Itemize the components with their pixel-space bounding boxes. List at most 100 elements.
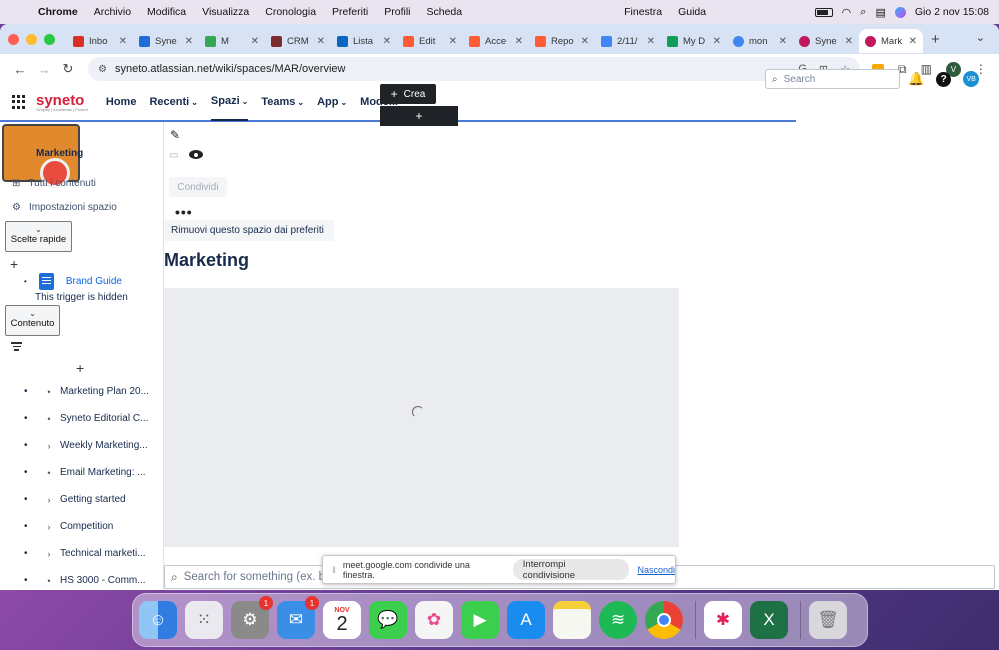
nav-home[interactable]: Home: [106, 83, 137, 121]
tree-item[interactable]: • • Syneto Editorial C...: [24, 413, 160, 424]
close-tab-icon[interactable]: ✕: [383, 36, 391, 47]
help-icon[interactable]: ?: [936, 71, 952, 87]
close-tab-icon[interactable]: ✕: [581, 36, 589, 47]
site-info-icon[interactable]: ⚙: [98, 64, 107, 75]
spotlight-icon[interactable]: ⌕: [860, 6, 866, 19]
chrome-icon[interactable]: [645, 601, 683, 639]
close-tab-icon[interactable]: ✕: [251, 36, 259, 47]
tab-8[interactable]: 2/11/ ✕: [595, 29, 661, 53]
tab-4[interactable]: Lista ✕: [331, 29, 397, 53]
nav-app[interactable]: App ⌄: [317, 83, 347, 121]
sidebar-all-content[interactable]: ⊞ Tutti i contenuti: [12, 178, 96, 189]
tree-item[interactable]: • • HS 3000 - Comm...: [24, 575, 160, 586]
close-tab-icon[interactable]: ✕: [909, 36, 917, 47]
close-tab-icon[interactable]: ✕: [317, 36, 325, 47]
facetime-icon[interactable]: ▶: [461, 601, 499, 639]
sidebar-space-settings[interactable]: ⚙ Impostazioni spazio: [12, 202, 117, 213]
tree-arrow[interactable]: ›: [38, 522, 60, 532]
finder-icon[interactable]: ☺: [139, 601, 177, 639]
app-switcher-icon[interactable]: [12, 95, 26, 109]
menu-scheda[interactable]: Scheda: [419, 6, 471, 18]
notes-icon[interactable]: [553, 601, 591, 639]
battery-icon[interactable]: [814, 7, 833, 17]
close-tab-icon[interactable]: ✕: [779, 36, 787, 47]
app-store-icon[interactable]: A: [507, 601, 545, 639]
close-tab-icon[interactable]: ✕: [713, 36, 721, 47]
notifications-bell-icon[interactable]: 🔔: [908, 71, 924, 87]
add-content-icon[interactable]: +: [76, 360, 84, 376]
wifi-icon[interactable]: ◠: [842, 6, 852, 19]
mail-icon[interactable]: ✉ 1: [277, 596, 319, 639]
shortcut-brand-guide[interactable]: • Brand Guide: [24, 273, 122, 290]
trash-icon[interactable]: 🗑: [809, 601, 847, 639]
tree-arrow[interactable]: •: [38, 387, 60, 397]
tree-arrow[interactable]: ›: [38, 495, 60, 505]
space-name[interactable]: Marketing: [36, 148, 83, 159]
edit-pencil-icon[interactable]: ✎: [170, 128, 180, 142]
tree-item[interactable]: • • Marketing Plan 20...: [24, 386, 160, 397]
brand-guide-link[interactable]: Brand Guide: [66, 276, 122, 287]
user-avatar[interactable]: VB: [963, 71, 980, 87]
close-tab-icon[interactable]: ✕: [515, 36, 523, 47]
tab-active-marketing[interactable]: Mark ✕: [859, 29, 923, 53]
excel-icon[interactable]: X: [750, 601, 788, 639]
close-tab-icon[interactable]: ✕: [119, 36, 127, 47]
address-bar[interactable]: ⚙ syneto.atlassian.net/wiki/spaces/MAR/o…: [88, 57, 860, 81]
more-actions-icon[interactable]: •••: [175, 204, 193, 220]
back-icon[interactable]: ←: [8, 62, 32, 77]
shortcuts-toggle-button[interactable]: ⌄ Scelte rapide: [5, 221, 72, 252]
drag-handle-icon[interactable]: ‖: [327, 565, 341, 575]
crea-button[interactable]: + Crea: [380, 84, 436, 104]
filter-icon[interactable]: [11, 340, 22, 353]
tab-search-chevron-icon[interactable]: ⌄: [976, 31, 985, 44]
calendar-icon[interactable]: NOV 2: [323, 601, 361, 639]
menu-finestra[interactable]: Finestra: [616, 6, 670, 18]
menu-modifica[interactable]: Modifica: [139, 6, 194, 18]
confluence-search-input[interactable]: ⌕ Search: [765, 69, 900, 89]
menu-guida[interactable]: Guida: [670, 6, 714, 18]
forward-icon[interactable]: →: [32, 62, 56, 77]
launchpad-icon[interactable]: ⁙: [185, 601, 223, 639]
tab-9[interactable]: My D ✕: [661, 29, 727, 53]
tab-3[interactable]: CRM ✕: [265, 29, 331, 53]
tree-arrow[interactable]: •: [38, 414, 60, 424]
photos-icon[interactable]: ✿: [415, 601, 453, 639]
tab-0[interactable]: Inbo ✕: [67, 29, 133, 53]
menu-preferiti[interactable]: Preferiti: [324, 6, 376, 18]
menu-profili[interactable]: Profili: [376, 6, 418, 18]
menu-cronologia[interactable]: Cronologia: [257, 6, 324, 18]
tab-6[interactable]: Acce ✕: [463, 29, 529, 53]
tab-1[interactable]: Syne ✕: [133, 29, 199, 53]
control-center-icon[interactable]: ▤: [875, 6, 885, 19]
menu-archivio[interactable]: Archivio: [86, 6, 139, 18]
tab-5[interactable]: Edit ✕: [397, 29, 463, 53]
close-tab-icon[interactable]: ✕: [845, 36, 853, 47]
zoom-window-icon[interactable]: [44, 33, 55, 45]
tree-arrow[interactable]: •: [38, 468, 60, 478]
nav-recenti[interactable]: Recenti ⌄: [149, 83, 197, 121]
remove-favorite-button[interactable]: Rimuovi questo spazio dai preferiti: [164, 220, 334, 241]
nav-teams[interactable]: Teams ⌄: [261, 83, 304, 121]
system-settings-icon[interactable]: ⚙ 1: [231, 596, 273, 639]
siri-icon[interactable]: [894, 6, 906, 18]
content-toggle-button[interactable]: ⌄ Contenuto: [5, 305, 60, 336]
tab-11[interactable]: Syne ✕: [793, 29, 859, 53]
close-window-icon[interactable]: [8, 33, 19, 45]
tab-7[interactable]: Repo ✕: [529, 29, 595, 53]
menu-app-chrome[interactable]: Chrome: [30, 6, 86, 18]
spotify-icon[interactable]: ≋: [599, 601, 637, 639]
new-tab-icon[interactable]: +: [931, 31, 940, 48]
menu-visualizza[interactable]: Visualizza: [194, 6, 257, 18]
tree-item[interactable]: • • Email Marketing: ...: [24, 467, 160, 478]
share-button[interactable]: Condividi: [169, 177, 227, 197]
slack-icon[interactable]: ✱: [704, 601, 742, 639]
close-tab-icon[interactable]: ✕: [185, 36, 193, 47]
watch-eye-icon[interactable]: [189, 150, 203, 159]
tree-arrow[interactable]: •: [38, 576, 60, 586]
tree-arrow[interactable]: ›: [38, 441, 60, 451]
tree-item[interactable]: • › Weekly Marketing...: [24, 440, 160, 451]
comment-icon[interactable]: ▭: [169, 150, 178, 161]
hide-share-bar-link[interactable]: Nascondi: [637, 565, 675, 575]
stop-sharing-button[interactable]: Interrompi condivisione: [512, 559, 630, 581]
syneto-logo[interactable]: syneto Simplify | Accelerate | Protect: [36, 93, 88, 112]
